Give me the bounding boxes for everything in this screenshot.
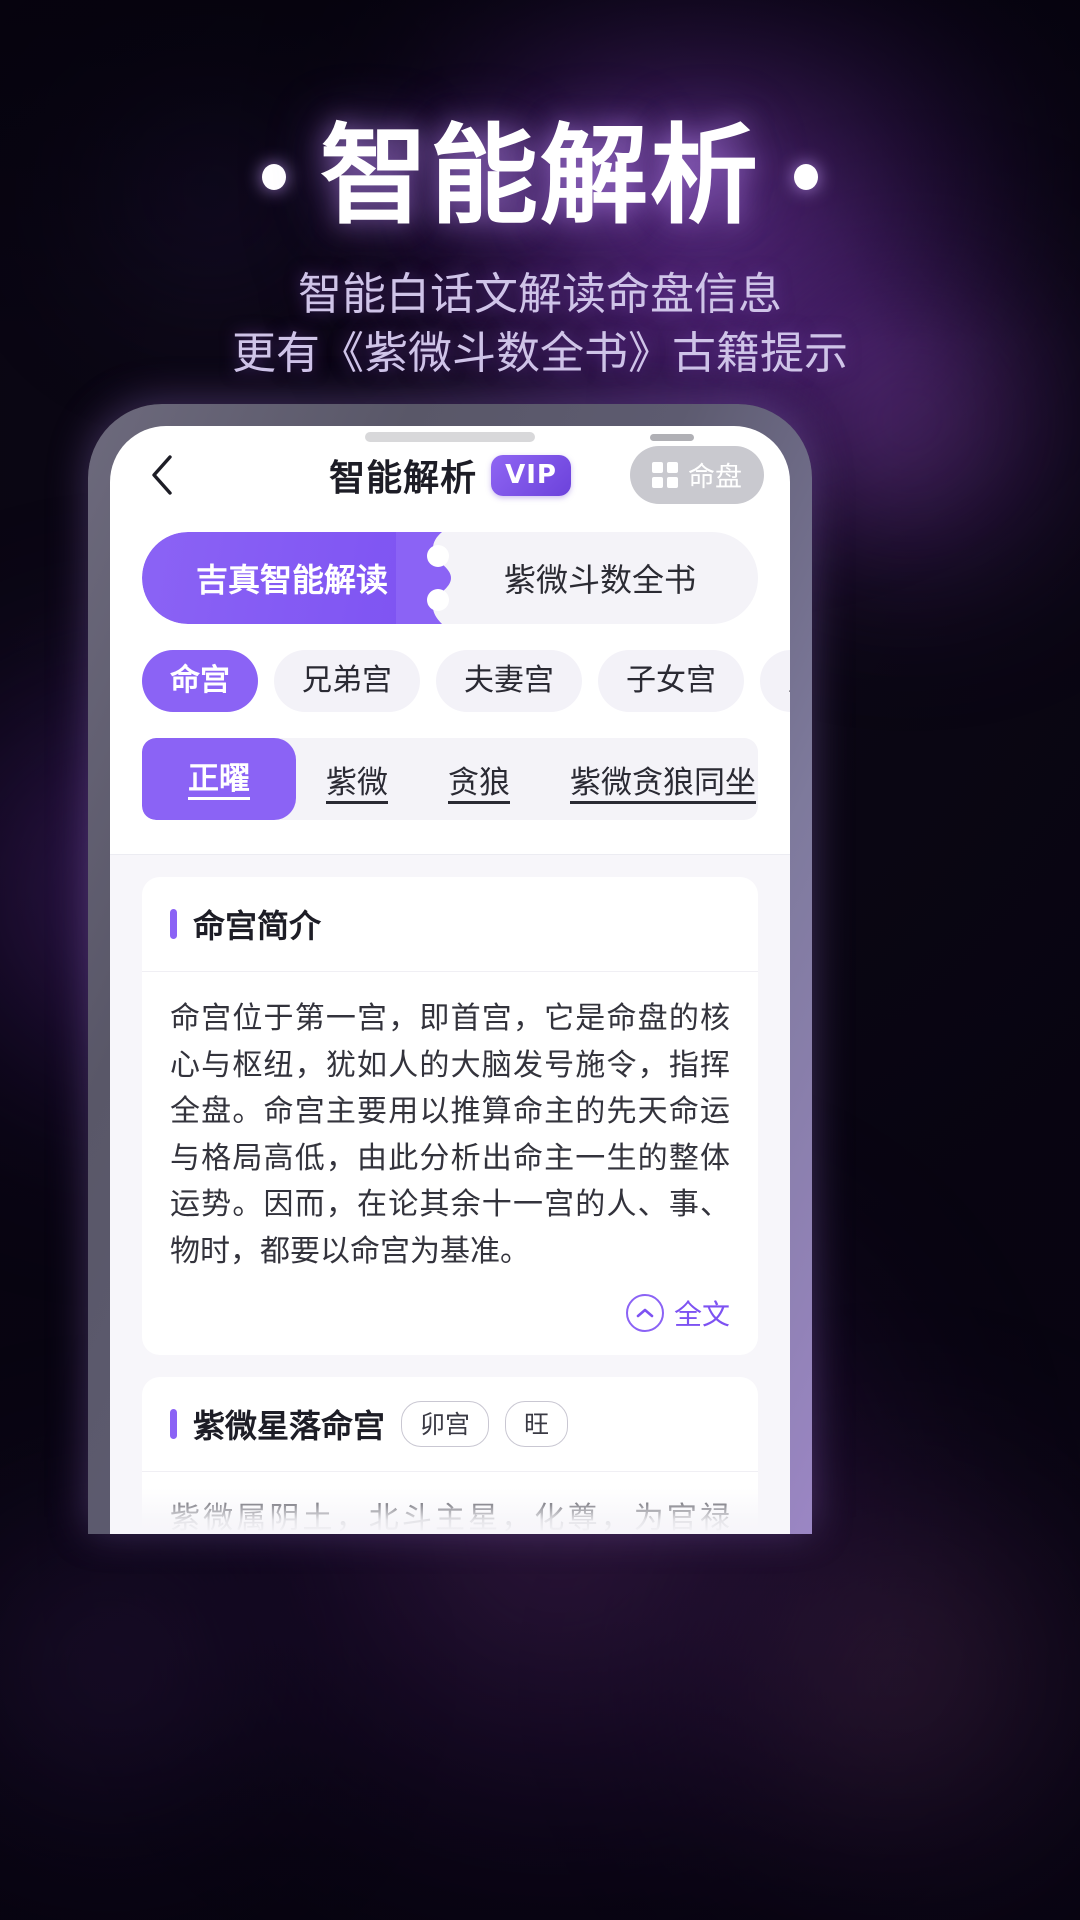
app-header: 智能解析 VIP 命盘 xyxy=(110,426,790,524)
chart-button[interactable]: 命盘 xyxy=(630,446,764,504)
phone-mockup: 智能解析 VIP 命盘 吉真智能解读 紫微斗数全书 命宫 兄弟宫 夫妻宫 子女宫… xyxy=(88,404,812,1534)
palace-chip-4[interactable]: 财帛宫 xyxy=(760,650,790,712)
accent-bar xyxy=(170,1409,177,1439)
card-header: 命宫简介 xyxy=(142,877,758,972)
palace-chip-3[interactable]: 子女宫 xyxy=(598,650,744,712)
accent-bar xyxy=(170,909,177,939)
segment-labels: 吉真智能解读 紫微斗数全书 xyxy=(142,532,758,624)
star-tab-0[interactable]: 正曜 xyxy=(142,738,296,820)
decorative-dot-right xyxy=(794,164,818,191)
card-tag-strength: 旺 xyxy=(505,1401,569,1447)
card-title: 紫微星落命宫 xyxy=(193,1408,386,1444)
star-tab-1[interactable]: 紫微 xyxy=(296,757,418,802)
page-title: 智能解析 xyxy=(329,457,478,498)
card-paragraph: 命宫位于第一宫，即首宫，它是命盘的核心与枢纽，犹如人的大脑发号施令，指挥全盘。命… xyxy=(170,1002,730,1268)
chevron-left-icon[interactable] xyxy=(136,449,188,501)
palace-chip-0[interactable]: 命宫 xyxy=(142,650,258,712)
hero-subtitle-line2: 更有《紫微斗数全书》古籍提示 xyxy=(232,329,848,379)
star-tab-3[interactable]: 紫微贪狼同坐 xyxy=(540,757,758,802)
palace-chip-1[interactable]: 兄弟宫 xyxy=(274,650,420,712)
card-tag-palace: 卯宫 xyxy=(401,1401,490,1447)
card-body: 命宫位于第一宫，即首宫，它是命盘的核心与枢纽，犹如人的大脑发号施令，指挥全盘。命… xyxy=(142,972,758,1287)
phone-screen: 智能解析 VIP 命盘 吉真智能解读 紫微斗数全书 命宫 兄弟宫 夫妻宫 子女宫… xyxy=(110,426,790,1534)
content-scroll-area[interactable]: 命宫简介 命宫位于第一宫，即首宫，它是命盘的核心与枢纽，犹如人的大脑发号施令，指… xyxy=(110,855,790,1534)
expand-full-text-button[interactable]: 全文 xyxy=(142,1287,758,1355)
expand-label: 全文 xyxy=(673,1299,730,1330)
hero-title: 智能解析 xyxy=(319,114,760,239)
star-tab-row[interactable]: 正曜 紫微 贪狼 紫微贪狼同坐 xyxy=(142,738,758,820)
grid-icon xyxy=(652,461,678,488)
palace-chip-row[interactable]: 命宫 兄弟宫 夫妻宫 子女宫 财帛宫 疾 xyxy=(110,624,790,712)
card-title: 命宫简介 xyxy=(193,908,322,944)
tab-intelligent-reading[interactable]: 吉真智能解读 xyxy=(142,555,442,601)
hero-title-row: 智能解析 xyxy=(0,114,1080,239)
chevron-up-icon xyxy=(625,1294,664,1332)
card-header: 紫微星落命宫 卯宫 旺 xyxy=(142,1377,758,1472)
card-palace-intro: 命宫简介 命宫位于第一宫，即首宫，它是命盘的核心与枢纽，犹如人的大脑发号施令，指… xyxy=(142,877,758,1355)
chart-button-label: 命盘 xyxy=(688,462,742,492)
vip-badge: VIP xyxy=(491,454,571,496)
segmented-control: 吉真智能解读 紫微斗数全书 xyxy=(142,532,758,624)
palace-chip-2[interactable]: 夫妻宫 xyxy=(436,650,582,712)
hero-section: 智能解析 智能白话文解读命盘信息 更有《紫微斗数全书》古籍提示 xyxy=(0,0,1080,383)
star-tab-2[interactable]: 贪狼 xyxy=(418,757,540,802)
decorative-dot-left xyxy=(261,164,286,191)
bottom-fade-overlay xyxy=(110,1488,790,1534)
tab-ziwei-book[interactable]: 紫微斗数全书 xyxy=(442,555,758,601)
hero-subtitle-line1: 智能白话文解读命盘信息 xyxy=(298,270,782,320)
